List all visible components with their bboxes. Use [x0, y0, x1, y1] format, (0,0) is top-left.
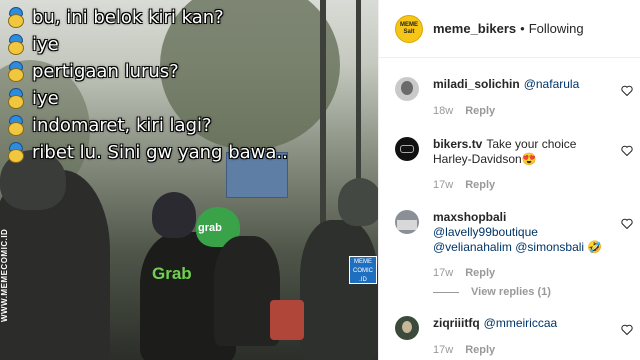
chat-text: bu, ini belok kiri kan?: [32, 7, 224, 28]
comment-text: miladi_solichin @nafarula: [433, 77, 613, 92]
chat-text: iye: [32, 34, 59, 55]
chat-line: bu, ini belok kiri kan?: [6, 4, 288, 31]
comment-username[interactable]: ziqriiitfq: [433, 316, 480, 330]
chat-line: ribet lu. Sini gw yang bawa..: [6, 139, 288, 166]
motorbike-rear: [270, 300, 304, 340]
heart-outline-icon[interactable]: [621, 145, 633, 156]
chat-line: iye: [6, 85, 288, 112]
follow-status-button[interactable]: Following: [529, 21, 584, 36]
comment-time[interactable]: 18w: [433, 105, 453, 117]
comment-username[interactable]: bikers.tv: [433, 137, 482, 151]
comment-mention[interactable]: @mmeiriccaa: [484, 316, 558, 330]
commenter-avatar[interactable]: [395, 137, 419, 161]
comment-item: bikers.tv Take your choice Harley-Davidso…: [395, 137, 633, 193]
comment-time[interactable]: 17w: [433, 344, 453, 356]
instagram-post-view: Grab grab bu, ini belok kiri kan? iye pe…: [0, 0, 640, 360]
reply-button[interactable]: Reply: [465, 344, 495, 356]
header-separator: •: [520, 21, 525, 36]
comment-meta: 18w Reply: [433, 105, 495, 117]
comment-text: bikers.tv Take your choice Harley-Davidso…: [433, 137, 613, 167]
chat-line: indomaret, kiri lagi?: [6, 112, 288, 139]
account-username[interactable]: meme_bikers: [433, 21, 516, 36]
helmet-grab-logo: grab: [198, 222, 222, 234]
reply-button[interactable]: Reply: [465, 105, 495, 117]
watermark-logo: MEME COMIC .ID: [349, 256, 377, 284]
chat-text: pertigaan lurus?: [32, 61, 179, 82]
comment-time[interactable]: 17w: [433, 179, 453, 191]
watermark-side-text: WWW.MEMECOMIC.ID: [0, 228, 9, 322]
account-avatar[interactable]: MEME Salt: [395, 14, 423, 43]
helmet-emoji-icon: [6, 141, 26, 164]
helmet-emoji-icon: [6, 33, 26, 56]
chat-text: indomaret, kiri lagi?: [32, 115, 212, 136]
heart-outline-icon[interactable]: [621, 85, 633, 96]
comment-text: maxshopbali @lavelly99boutique @velianah…: [433, 210, 613, 255]
view-replies-button[interactable]: View replies (1): [433, 286, 551, 298]
commenter-avatar[interactable]: [395, 210, 419, 234]
comment-item: miladi_solichin @nafarula 18w Reply: [395, 77, 633, 121]
post-header: MEME Salt meme_bikers • Following: [379, 0, 640, 58]
post-image[interactable]: Grab grab bu, ini belok kiri kan? iye pe…: [0, 0, 378, 360]
comment-username[interactable]: maxshopbali: [433, 210, 506, 224]
jacket-grab-logo: Grab: [152, 264, 192, 283]
comment-mention[interactable]: @lavelly99boutique @velianahalim @simons…: [433, 225, 602, 254]
commenter-avatar[interactable]: [395, 316, 419, 340]
comment-meta: 17w Reply: [433, 267, 495, 279]
comment-time[interactable]: 17w: [433, 267, 453, 279]
comment-username[interactable]: miladi_solichin: [433, 77, 520, 91]
comment-meta: 17w Reply: [433, 344, 495, 356]
helmet-emoji-icon: [6, 114, 26, 137]
comments-panel: MEME Salt meme_bikers • Following miladi…: [378, 0, 640, 360]
comment-text: ziqriiitfq @mmeiriccaa: [433, 316, 613, 331]
helmet-emoji-icon: [6, 6, 26, 29]
rider-right: [300, 220, 378, 360]
reply-button[interactable]: Reply: [465, 267, 495, 279]
comment-meta: 17w Reply: [433, 179, 495, 191]
helmet-emoji-icon: [6, 87, 26, 110]
meme-chat-overlay: bu, ini belok kiri kan? iye pertigaan lu…: [6, 4, 288, 166]
reply-button[interactable]: Reply: [465, 179, 495, 191]
heart-outline-icon[interactable]: [621, 324, 633, 335]
chat-line: iye: [6, 31, 288, 58]
comment-mention[interactable]: @nafarula: [524, 77, 580, 91]
comment-item: ziqriiitfq @mmeiriccaa 17w Reply: [395, 316, 633, 360]
chat-text: iye: [32, 88, 59, 109]
view-replies-label: View replies (1): [471, 286, 551, 298]
view-replies-line: [433, 291, 459, 293]
helmet-grab-driver: [152, 192, 196, 238]
helmet-emoji-icon: [6, 60, 26, 83]
heart-outline-icon[interactable]: [621, 218, 633, 229]
commenter-avatar[interactable]: [395, 77, 419, 101]
chat-line: pertigaan lurus?: [6, 58, 288, 85]
helmet-right: [338, 178, 378, 226]
chat-text: ribet lu. Sini gw yang bawa..: [32, 142, 288, 163]
